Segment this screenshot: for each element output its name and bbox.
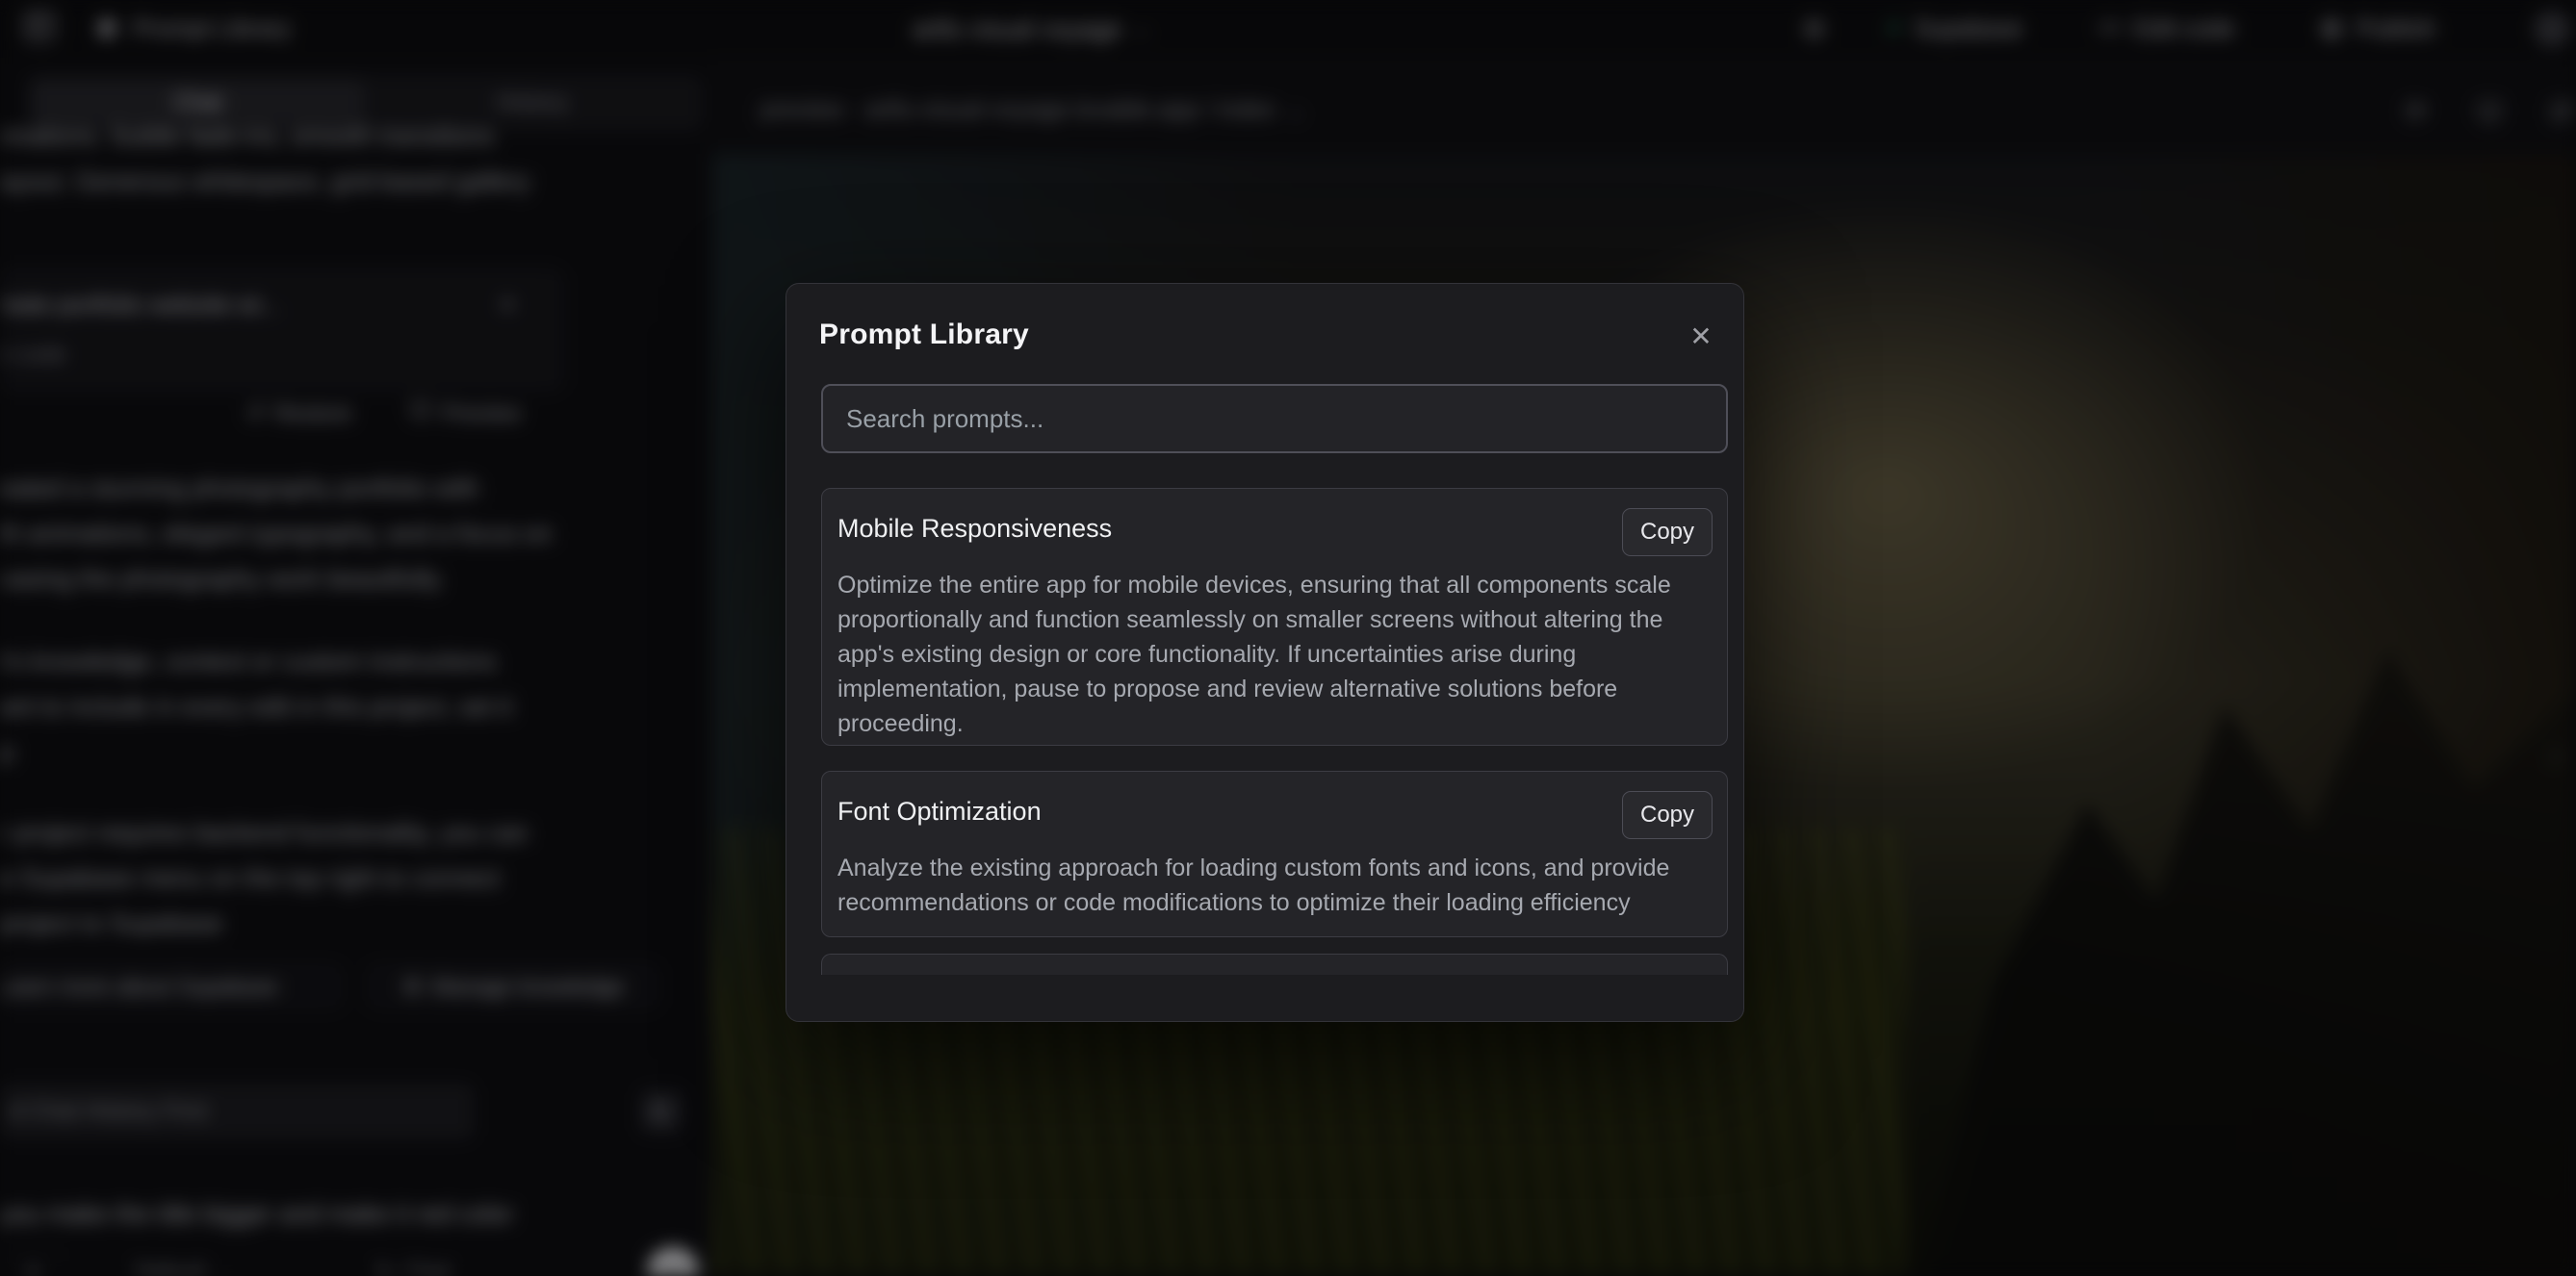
modal-title: Prompt Library [819, 319, 1029, 351]
close-icon: ✕ [1689, 320, 1712, 352]
prompt-card-partial [821, 954, 1728, 975]
search-input[interactable] [823, 386, 1726, 451]
copy-label: Copy [1640, 802, 1694, 829]
prompt-card-title: Font Optimization [837, 797, 1042, 827]
prompt-card-description: Optimize the entire app for mobile devic… [837, 568, 1712, 741]
copy-label: Copy [1640, 519, 1694, 546]
prompt-library-modal: Prompt Library ✕ Mobile Responsiveness C… [786, 283, 1744, 1022]
app-screen: Prompt Library artfu visual voyage ⌄ ⚙ ⚡… [0, 0, 2576, 1276]
copy-button[interactable]: Copy [1622, 791, 1713, 839]
prompt-card-description: Analyze the existing approach for loadin… [837, 851, 1712, 920]
prompt-card-title: Mobile Responsiveness [837, 514, 1112, 544]
copy-button[interactable]: Copy [1622, 508, 1713, 556]
prompt-card: Font Optimization Copy Analyze the exist… [821, 771, 1728, 937]
search-box [821, 384, 1728, 453]
prompt-card: Mobile Responsiveness Copy Optimize the … [821, 488, 1728, 746]
modal-close-button[interactable]: ✕ [1680, 315, 1722, 357]
